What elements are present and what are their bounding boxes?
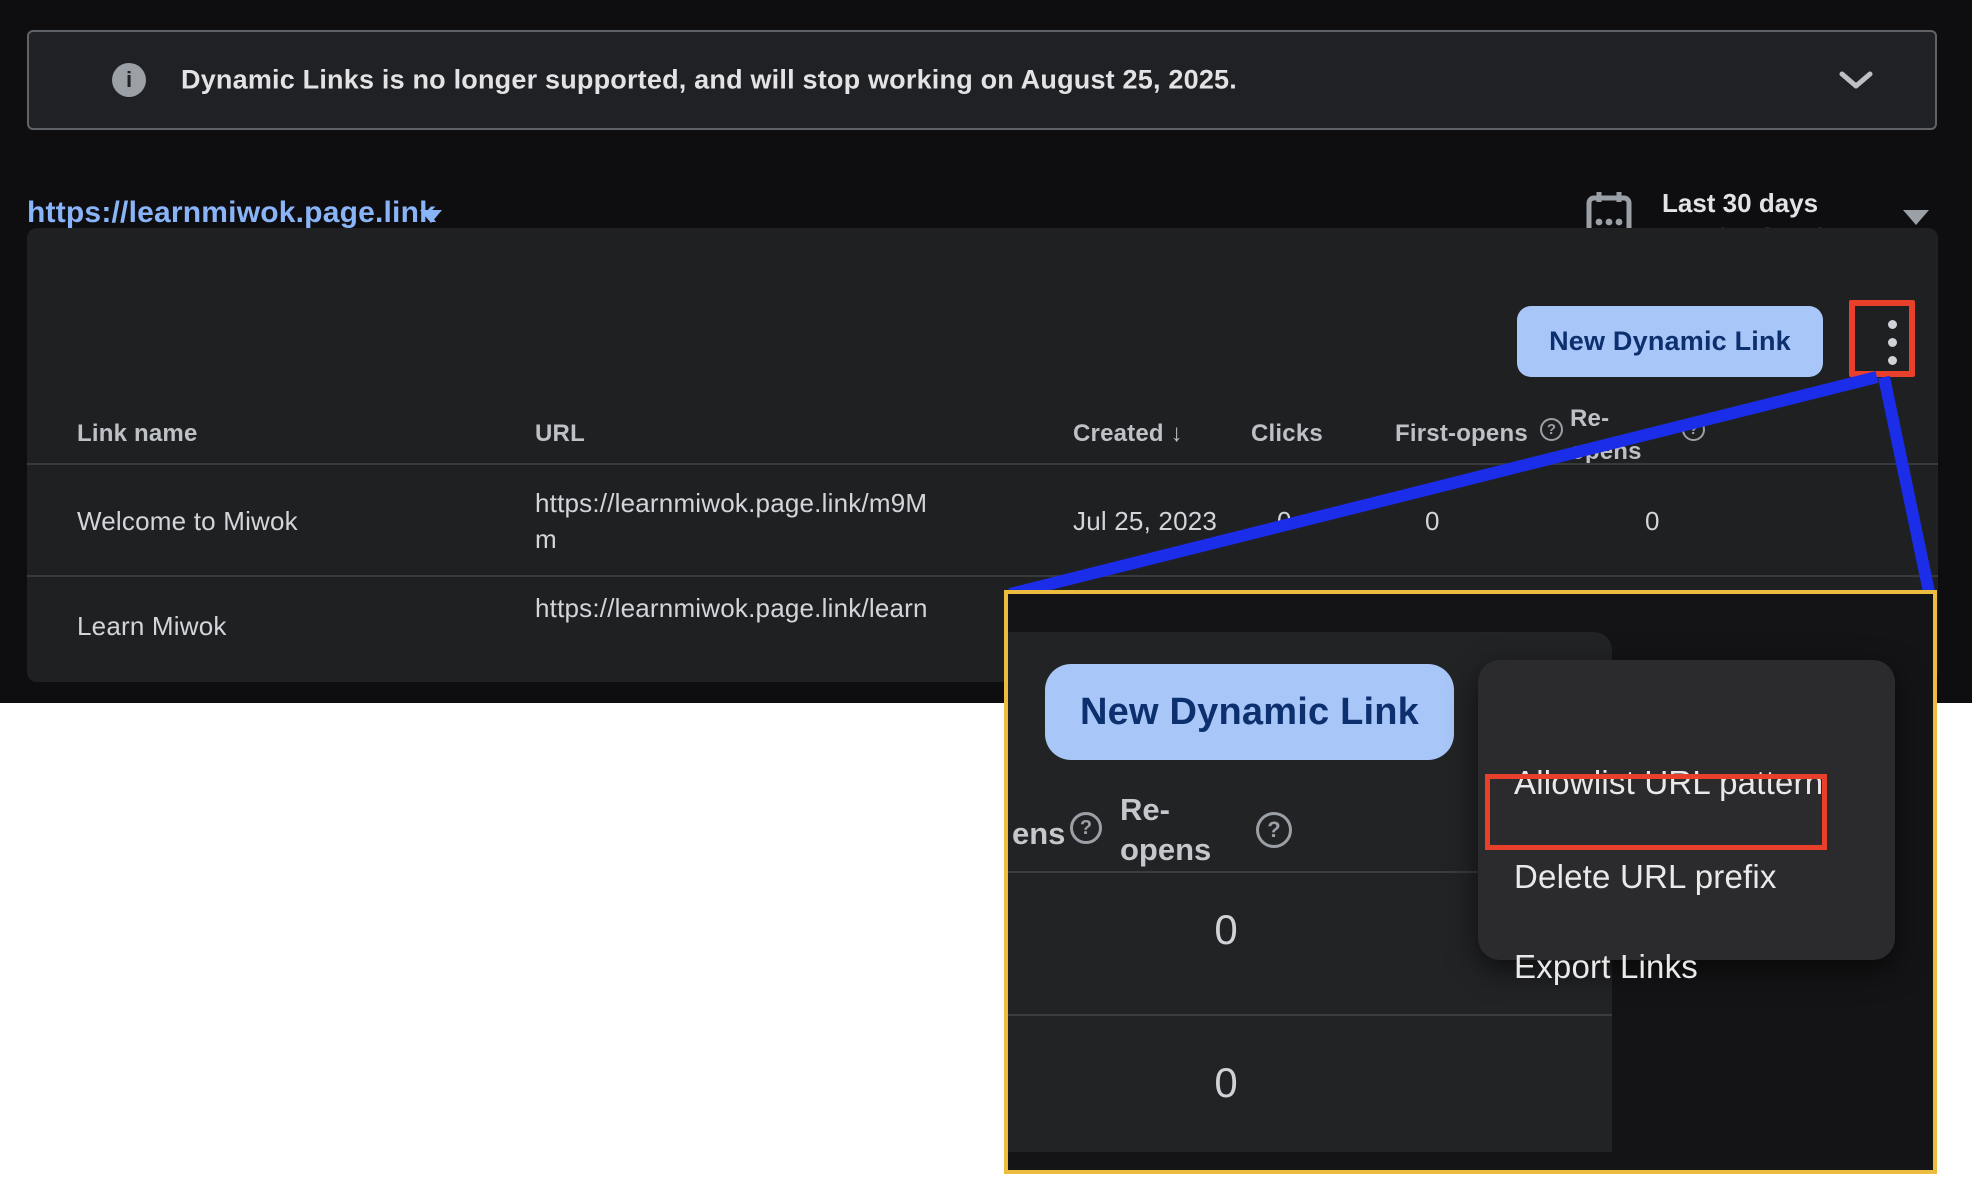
col-header-created[interactable]: Created ↓ (1073, 420, 1183, 448)
deprecation-banner: i Dynamic Links is no longer supported, … (27, 30, 1937, 130)
date-range-label: Last 30 days (1662, 188, 1818, 219)
cell-clicks: 0 (1277, 506, 1292, 537)
zoom-callout: New Dynamic Link ens ? Re-opens ? 0 0 Al… (1004, 590, 1937, 1174)
divider (1008, 1014, 1612, 1016)
info-icon: i (112, 63, 146, 97)
col-header-first-opens-fragment: ens (1012, 816, 1065, 852)
sort-down-arrow-icon: ↓ (1171, 420, 1183, 447)
menu-item-delete-url-prefix[interactable]: Delete URL prefix (1514, 858, 1777, 896)
cell-url: https://learnmiwok.page.link/learn (535, 590, 949, 626)
deprecation-banner-text: Dynamic Links is no longer supported, an… (181, 65, 1237, 96)
col-header-re-opens-magnified: Re-opens (1120, 790, 1226, 870)
kebab-dot (1888, 338, 1897, 347)
url-prefix-dropdown[interactable]: https://learnmiwok.page.link (27, 196, 436, 230)
cell-re-opens: 0 (1645, 506, 1660, 537)
help-icon[interactable]: ? (1540, 418, 1563, 441)
kebab-dot (1888, 320, 1897, 329)
col-header-clicks: Clicks (1251, 420, 1323, 448)
cell-created: Jul 25, 2023 (1073, 506, 1217, 537)
caret-down-icon[interactable] (420, 210, 442, 223)
kebab-dot (1888, 356, 1897, 365)
menu-item-export-links[interactable]: Export Links (1514, 948, 1698, 986)
cell-link-name: Welcome to Miwok (77, 506, 298, 537)
cell-re-opens-magnified: 0 (1196, 1059, 1256, 1107)
overflow-menu-button[interactable] (1865, 312, 1919, 372)
divider (27, 463, 1938, 465)
help-icon[interactable]: ? (1682, 418, 1705, 441)
new-dynamic-link-button-magnified[interactable]: New Dynamic Link (1045, 664, 1454, 760)
cell-link-name: Learn Miwok (77, 611, 227, 642)
help-icon[interactable]: ? (1070, 812, 1102, 844)
col-header-url: URL (535, 420, 585, 448)
cell-re-opens-magnified: 0 (1196, 906, 1256, 954)
help-icon[interactable]: ? (1256, 812, 1292, 848)
col-header-first-opens: First-opens (1395, 420, 1528, 448)
col-header-link-name: Link name (77, 420, 198, 448)
overflow-menu-popup: Allowlist URL pattern Delete URL prefix … (1478, 660, 1895, 960)
new-dynamic-link-button[interactable]: New Dynamic Link (1517, 306, 1823, 377)
caret-down-icon (1903, 210, 1929, 225)
chevron-down-icon[interactable] (1839, 70, 1873, 90)
col-header-re-opens: Re-opens (1570, 402, 1648, 468)
screenshot-canvas: i Dynamic Links is no longer supported, … (0, 0, 1972, 1186)
divider (27, 575, 1938, 577)
cell-first-opens: 0 (1425, 506, 1440, 537)
menu-item-allowlist-url-pattern[interactable]: Allowlist URL pattern (1514, 764, 1823, 802)
cell-url: https://learnmiwok.page.link/m9Mm (535, 485, 949, 557)
